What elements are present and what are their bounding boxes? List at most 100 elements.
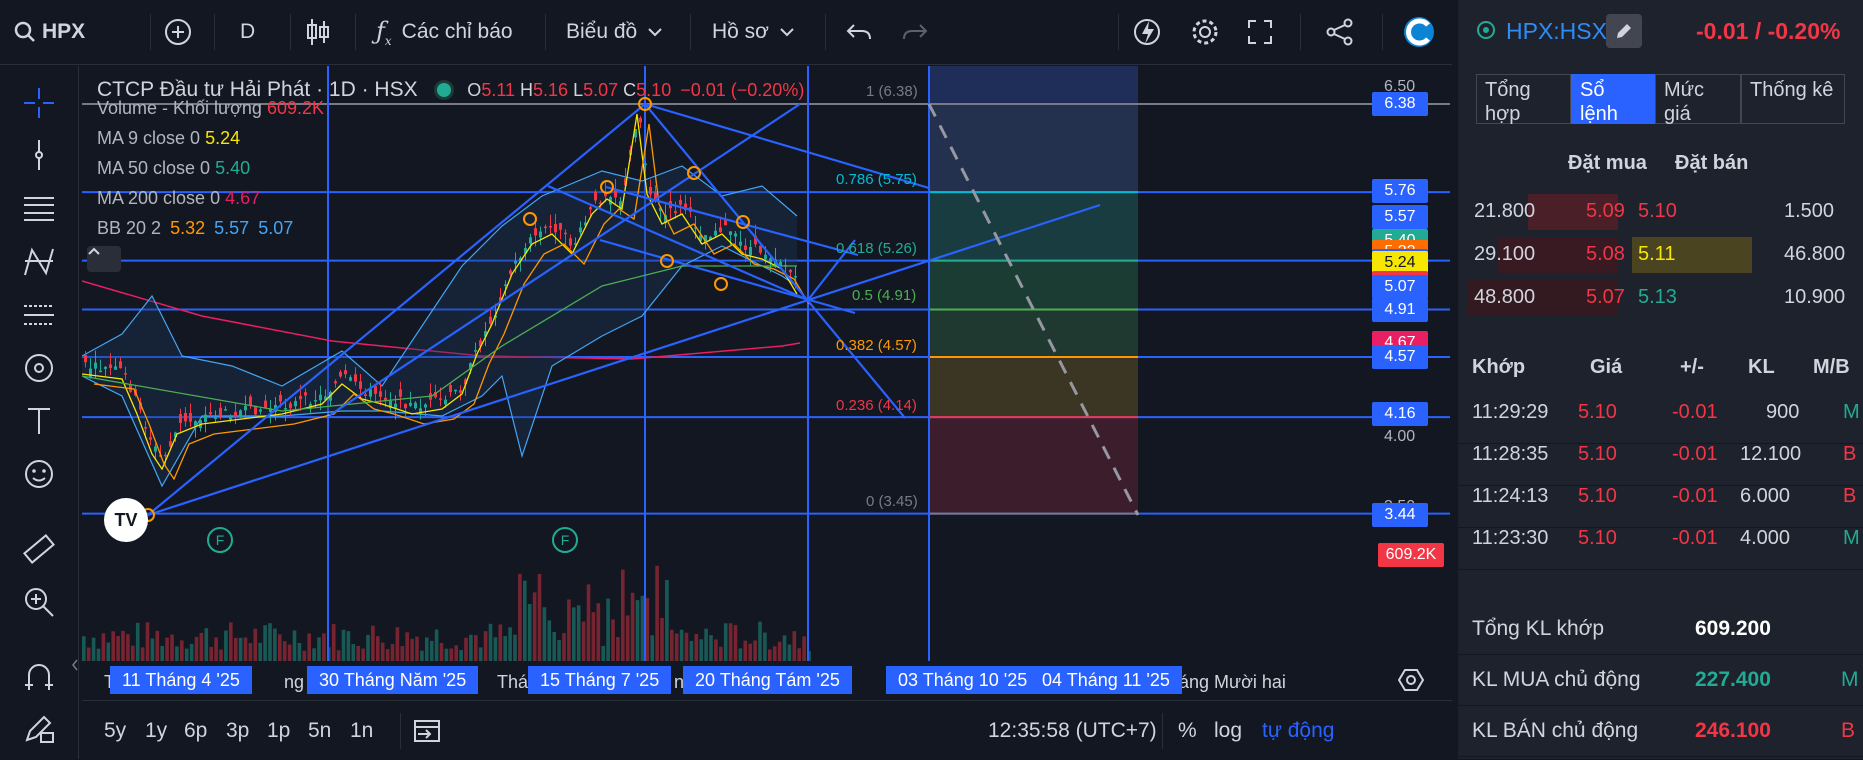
auto-toggle[interactable]: tự động [1262,701,1334,760]
volume-bar [567,599,571,661]
range-5d[interactable]: 5n [308,701,331,760]
legend-bb[interactable]: BB 20 2 5.32 5.57 5.07 [97,218,293,239]
range-3m[interactable]: 3p [226,701,249,760]
interval-button[interactable]: D [240,0,255,64]
legend-ma50[interactable]: MA 50 close 0 5.40 [97,158,250,179]
stats-label: KL BÁN chủ động [1472,719,1639,742]
volume-bar [772,646,777,661]
volume-bar [635,600,640,661]
volume-bar [689,640,694,661]
compare-add-button[interactable] [164,0,192,64]
projection-tool[interactable] [18,294,60,336]
candle-body [284,408,287,410]
ruler-tool[interactable] [18,528,60,570]
brush-tool[interactable] [18,347,60,389]
candle-body [84,354,87,363]
chart-menu-button[interactable]: Biểu đồ [566,0,663,64]
legend-ma200[interactable]: MA 200 close 0 4.67 [97,188,260,209]
candle-body [94,362,97,369]
orderbook-row[interactable]: 48.800 5.07 5.13 10.900 [1458,276,1863,326]
volume-bar [361,648,365,661]
candle-body [749,247,752,256]
candle-body [104,366,107,369]
undo-button[interactable] [846,0,872,64]
tradingview-logo[interactable]: TV [104,498,148,542]
trade-cell: B [1843,485,1857,507]
goto-date-button[interactable] [412,701,442,760]
tab-stats[interactable]: Thống kê [1741,74,1845,124]
volume-bar [621,569,625,661]
trend-line-tool[interactable] [18,134,60,176]
magnet-tool[interactable] [18,656,60,698]
chart-menu-label: Biểu đồ [566,20,638,43]
chart-pane[interactable]: 1 (6.38) 0.786 (5.75) 0.618 (5.26) 0.5 (4.9… [82,66,1450,661]
candle-body [369,389,372,397]
range-1m[interactable]: 1p [267,701,290,760]
candle-body [504,284,507,286]
volume-bar [802,636,806,661]
toolbar-collapse-handle[interactable] [72,640,78,690]
orderbook-cell: 5.13 [1638,286,1677,308]
range-1d[interactable]: 1n [350,701,373,760]
range-6m[interactable]: 6p [184,701,207,760]
candle-body [409,402,412,406]
fib-tool[interactable] [18,188,60,230]
symbol-search[interactable]: HPX [14,0,85,64]
panel-symbol[interactable]: HPX:HSX [1506,18,1607,45]
candle-body [459,390,462,393]
crosshair-tool[interactable] [18,82,60,124]
fullscreen-button[interactable] [1247,0,1273,64]
panel-change: -0.01 / -0.20% [1696,18,1841,44]
chart-type-button[interactable] [305,0,331,64]
edit-symbol-button[interactable] [1606,14,1642,48]
trade-row[interactable]: 11:23:30 5.10 -0.01 4.000 M [1458,519,1863,570]
redo-button[interactable] [902,0,928,64]
volume-bar [96,648,101,661]
tab-price-levels[interactable]: Mức giá [1655,74,1741,125]
zoom-tool[interactable] [18,581,60,623]
log-toggle[interactable]: log [1214,701,1242,760]
icon-tool[interactable] [18,453,60,495]
crosshair-icon [24,88,54,118]
fib-label: 0.5 (4.91) [852,287,916,304]
volume-bar [331,624,336,661]
orderbook-cell: 48.800 [1474,286,1536,308]
volume-bar [625,615,630,661]
orderbook-cell: 5.10 [1638,200,1677,222]
drawing-lock-tool[interactable] [18,707,60,749]
volume-bar [155,630,160,661]
tab-orderbook[interactable]: Sổ lệnh [1571,74,1655,125]
volume-bar [268,623,272,661]
clock-timezone[interactable]: 12:35:58 (UTC+7) [988,701,1157,760]
axis-settings-button[interactable] [1397,668,1425,697]
pattern-tool[interactable] [18,241,60,283]
financials-marker[interactable]: F [552,527,578,553]
range-5y[interactable]: 5y [104,701,126,760]
candle-body [219,407,222,416]
time-badge: 15 Tháng 7 '25 [528,666,672,694]
percent-toggle[interactable]: % [1178,701,1197,760]
tab-summary[interactable]: Tổng hợp [1476,74,1571,125]
legend-ma9[interactable]: MA 9 close 0 5.24 [97,128,240,149]
range-1y[interactable]: 1y [145,701,167,760]
financials-marker[interactable]: F [207,527,233,553]
volume-bar [434,629,439,661]
volume-bar [523,580,527,661]
candle-body [214,417,217,419]
legend-volume[interactable]: Volume - Khối lượng 609.2K [97,98,324,119]
volume-bar [410,638,414,661]
settings-button[interactable] [1190,0,1220,64]
profile-menu-button[interactable]: Hồ sơ [712,0,795,64]
candle-body [789,269,792,273]
share-button[interactable] [1326,0,1354,64]
text-icon [28,408,50,434]
text-tool[interactable] [18,400,60,442]
candle-body [529,237,532,244]
candle-body [569,238,572,246]
indicators-button[interactable]: ƒx Các chỉ báo [376,0,513,64]
price-badge: 6.38 [1372,92,1428,116]
volume-bar [753,640,757,661]
replay-button[interactable] [1132,0,1162,64]
legend-collapse-button[interactable] [87,246,121,272]
price-badge: 4.16 [1372,402,1428,427]
